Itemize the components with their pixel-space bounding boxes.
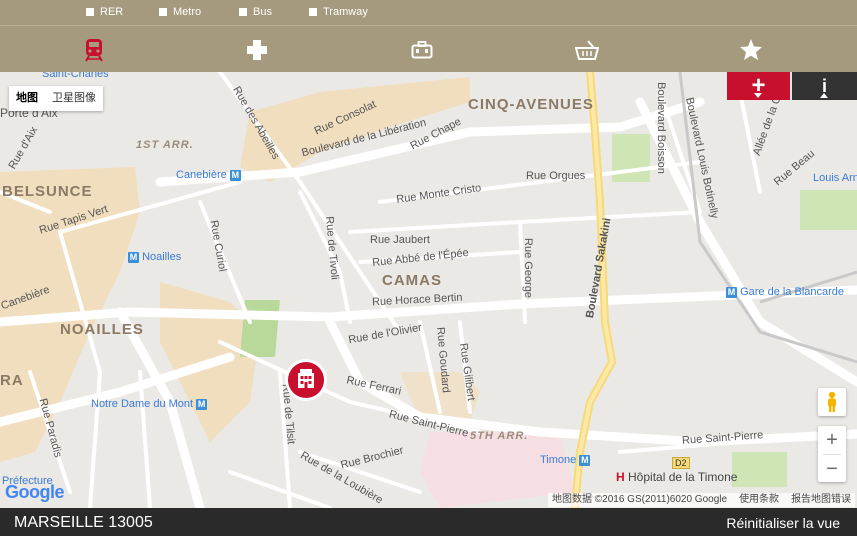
location-marker-icon[interactable] [284,358,328,402]
filter-tramway[interactable]: Tramway [309,5,368,19]
category-services[interactable] [392,26,452,73]
checkbox-icon[interactable] [239,8,247,16]
shopping-basket-icon [575,39,599,60]
zoom-control: + − [818,426,846,482]
filter-label: Metro [173,6,202,18]
map-type-control: 地图 卫星图像 [9,86,103,111]
map-type-satellite[interactable]: 卫星图像 [45,86,103,111]
category-health[interactable] [227,26,287,73]
toolbox-icon [411,40,433,58]
map-attribution: 地图数据 ©2016 GS(2011)6020 Google 使用条款 报告地图… [548,493,856,507]
transport-filter-bar: RER Metro Bus Tramway [0,0,857,25]
map-base [0,72,857,508]
filter-rer[interactable]: RER [86,5,123,19]
category-transport[interactable] [64,26,124,73]
app: RER Metro Bus Tramway CINQ-AVENUES BELSU… [0,0,857,536]
train-icon [85,38,103,62]
chevron-down-icon [754,93,762,98]
category-favorites[interactable] [721,26,781,73]
filter-label: RER [100,6,124,18]
checkbox-icon[interactable] [86,8,94,16]
chevron-up-icon [820,93,828,98]
checkbox-icon[interactable] [309,8,317,16]
map-canvas[interactable]: CINQ-AVENUES BELSUNCE CAMAS NOAILLES RA … [0,72,857,508]
terms-link[interactable]: 使用条款 [739,493,779,507]
medical-cross-icon [247,39,267,60]
checkbox-icon[interactable] [159,8,167,16]
category-shopping[interactable] [557,26,617,73]
star-icon [740,39,762,60]
reset-view-button[interactable]: Réinitialiser la vue [726,515,840,531]
category-bar [0,25,857,72]
filter-bus[interactable]: Bus [239,5,272,19]
report-error-link[interactable]: 报告地图错误 [791,493,851,507]
filter-metro[interactable]: Metro [159,5,201,19]
zoom-out-button[interactable]: − [818,455,846,483]
map-type-map[interactable]: 地图 [9,86,45,111]
add-button[interactable]: + [727,72,790,100]
footer-bar: MARSEILLE 13005 Réinitialiser la vue [0,508,857,536]
info-button[interactable]: i [792,72,857,100]
zoom-in-button[interactable]: + [818,426,846,454]
city-label: MARSEILLE 13005 [14,514,153,531]
filter-label: Bus [253,6,272,18]
attribution-data: 地图数据 ©2016 GS(2011)6020 Google [552,494,728,505]
filter-label: Tramway [323,6,368,18]
street-view-pegman-icon[interactable] [818,388,846,416]
